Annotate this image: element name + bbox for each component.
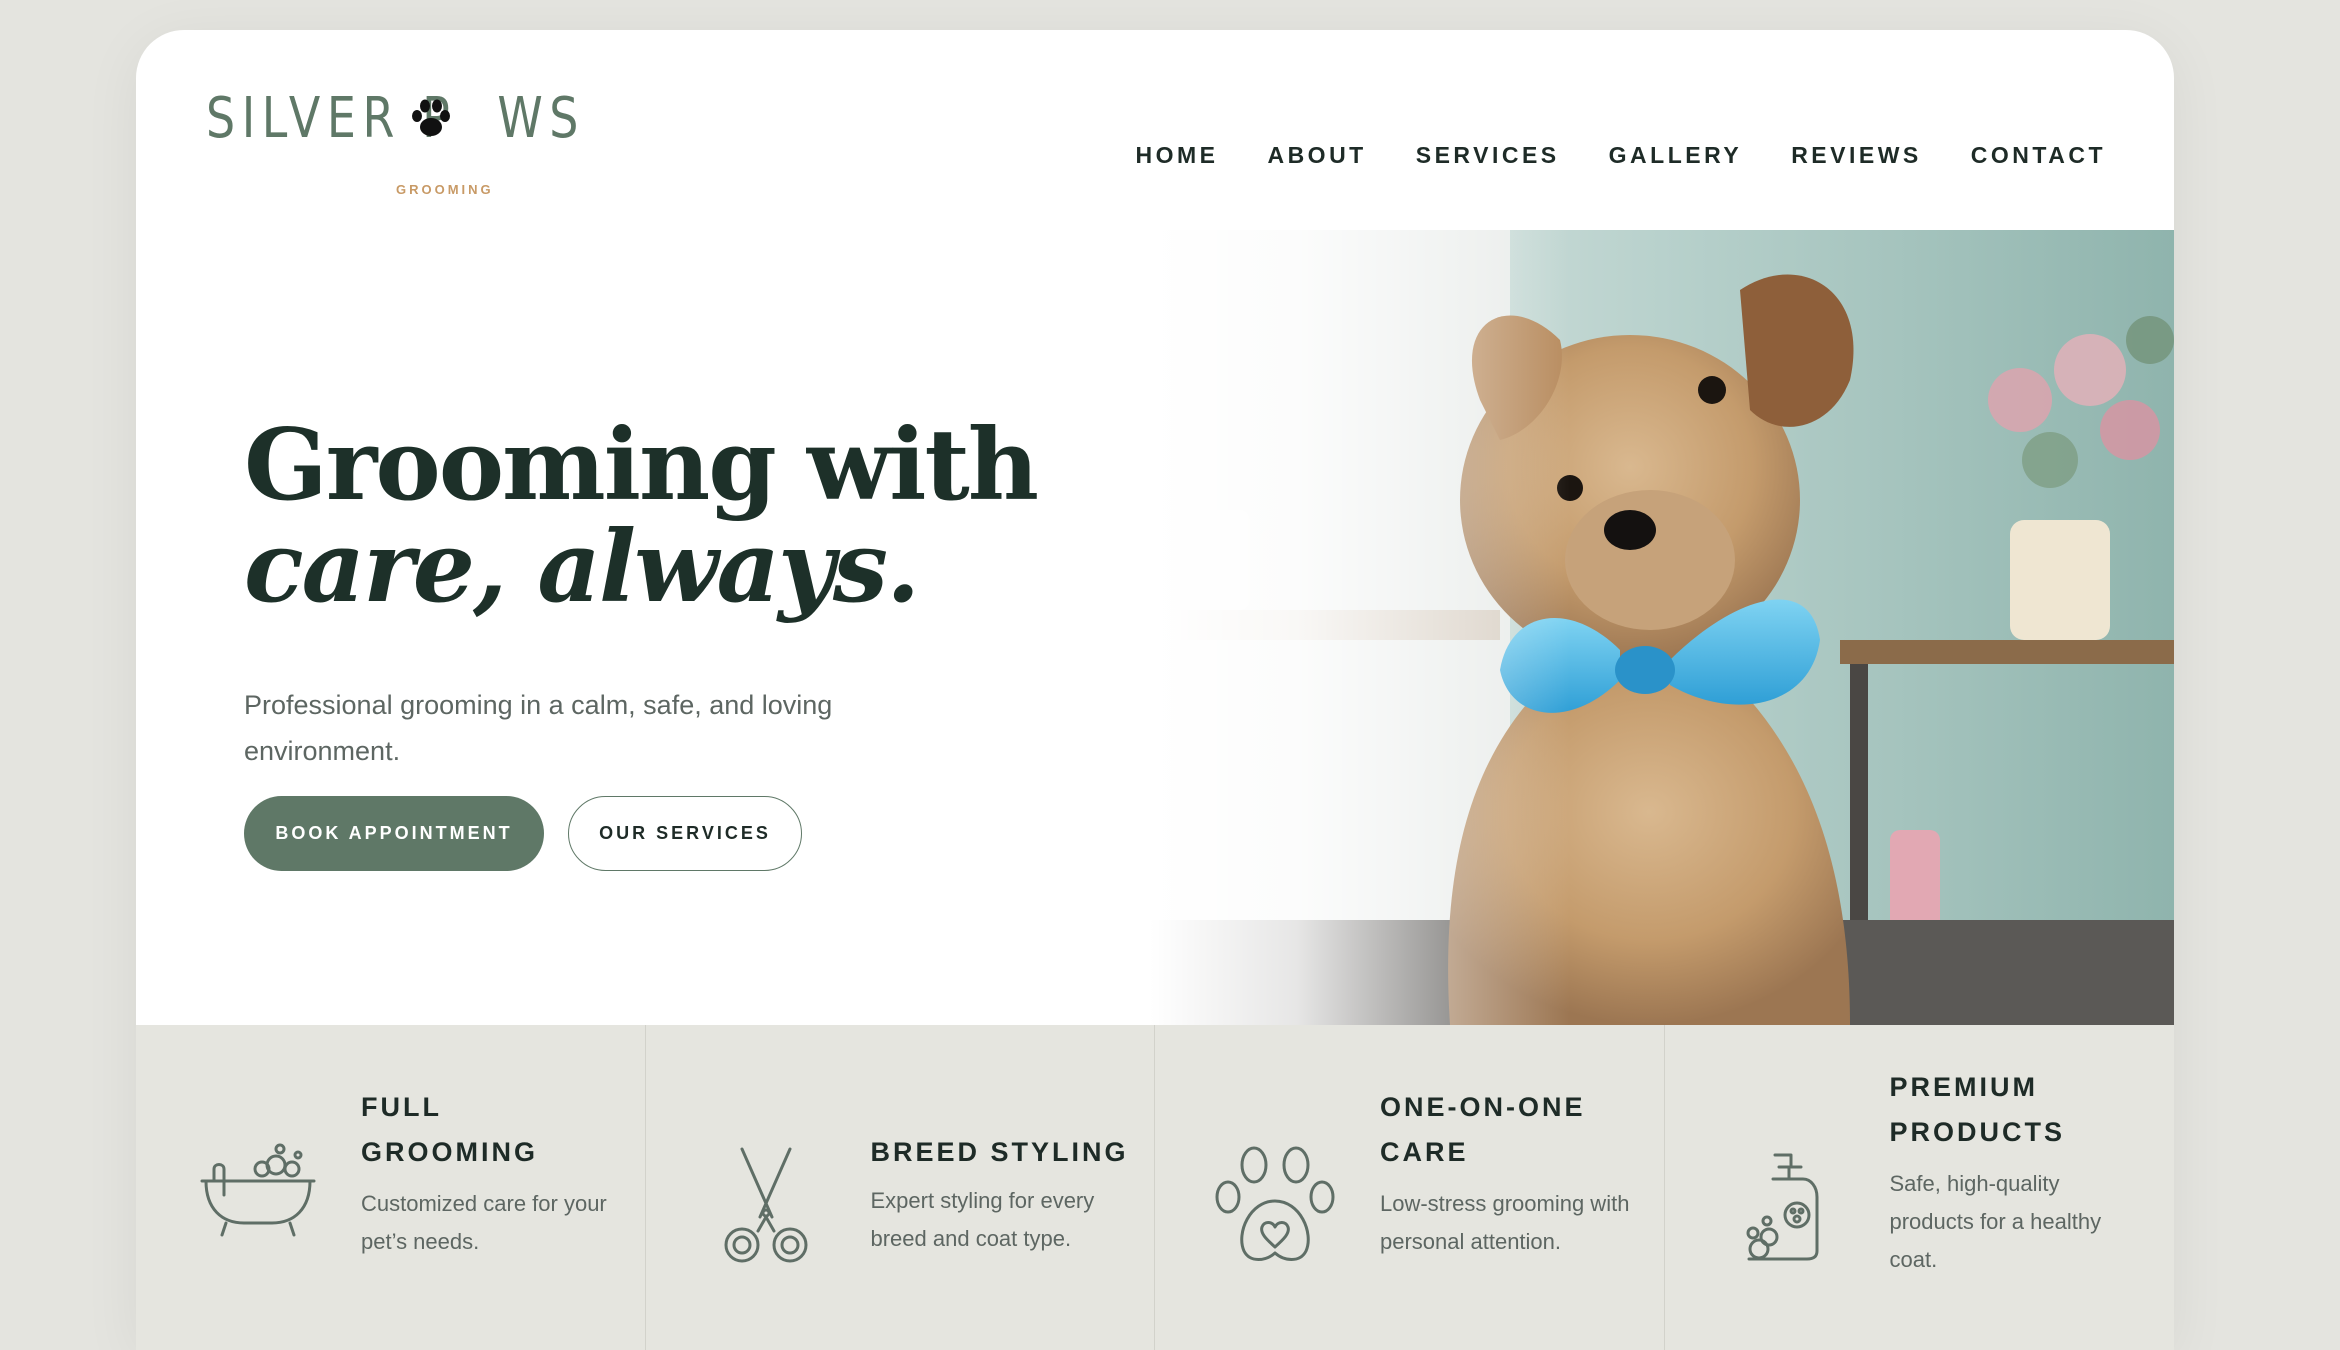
brand-logo[interactable]: SILVER P WS GROOMING (206, 86, 578, 206)
feature-title: ONE-ON-ONE CARE (1380, 1092, 1586, 1167)
hero-image-fade (1150, 230, 1570, 1025)
hero-headline-line2: care, always. (244, 510, 920, 625)
brand-tagline: GROOMING (396, 182, 494, 197)
main-nav: HOME ABOUT SERVICES GALLERY REVIEWS CONT… (1135, 142, 2106, 169)
feature-breed-styling: BREED STYLING Expert styling for every b… (646, 1025, 1155, 1350)
nav-home[interactable]: HOME (1135, 142, 1218, 169)
feature-title: BREED STYLING (870, 1137, 1129, 1167)
hero-image (1150, 230, 2174, 1025)
paw-heart-icon (1215, 1146, 1335, 1261)
shampoo-bottle-icon (1746, 1153, 1818, 1261)
feature-title: FULL GROOMING (361, 1092, 538, 1167)
hero-headline: Grooming with care, always. (244, 415, 1039, 625)
feature-title: PREMIUM PRODUCTS (1889, 1072, 2066, 1147)
feature-premium-products: PREMIUM PRODUCTS Safe, high-quality prod… (1665, 1025, 2175, 1350)
brand-name-right: WS (497, 86, 586, 151)
our-services-button[interactable]: OUR SERVICES (568, 796, 802, 871)
paw-icon (412, 99, 450, 136)
book-appointment-button[interactable]: BOOK APPOINTMENT (244, 796, 544, 871)
nav-services[interactable]: SERVICES (1416, 142, 1560, 169)
page-card: SILVER P WS GROOMING HOME ABOUT SERVICES … (136, 30, 2174, 1350)
nav-reviews[interactable]: REVIEWS (1791, 142, 1922, 169)
feature-description: Expert styling for every breed and coat … (870, 1188, 1095, 1251)
feature-one-on-one-care: ONE-ON-ONE CARE Low-stress grooming with… (1155, 1025, 1665, 1350)
feature-description: Customized care for your pet’s needs. (361, 1191, 607, 1254)
feature-full-grooming: FULL GROOMING Customized care for your p… (136, 1025, 646, 1350)
feature-description: Low-stress grooming with personal attent… (1380, 1191, 1630, 1254)
hero-subtitle: Professional grooming in a calm, safe, a… (244, 690, 833, 766)
features-band: FULL GROOMING Customized care for your p… (136, 1025, 2174, 1350)
brand-wordmark: SILVER P WS (206, 86, 585, 151)
hero-headline-line1: Grooming with (244, 408, 1039, 523)
nav-contact[interactable]: CONTACT (1971, 142, 2106, 169)
nav-gallery[interactable]: GALLERY (1609, 142, 1743, 169)
feature-description: Safe, high-quality products for a health… (1889, 1171, 2102, 1272)
bathtub-icon (200, 1143, 316, 1237)
scissors-icon (724, 1147, 807, 1263)
nav-about[interactable]: ABOUT (1267, 142, 1366, 169)
